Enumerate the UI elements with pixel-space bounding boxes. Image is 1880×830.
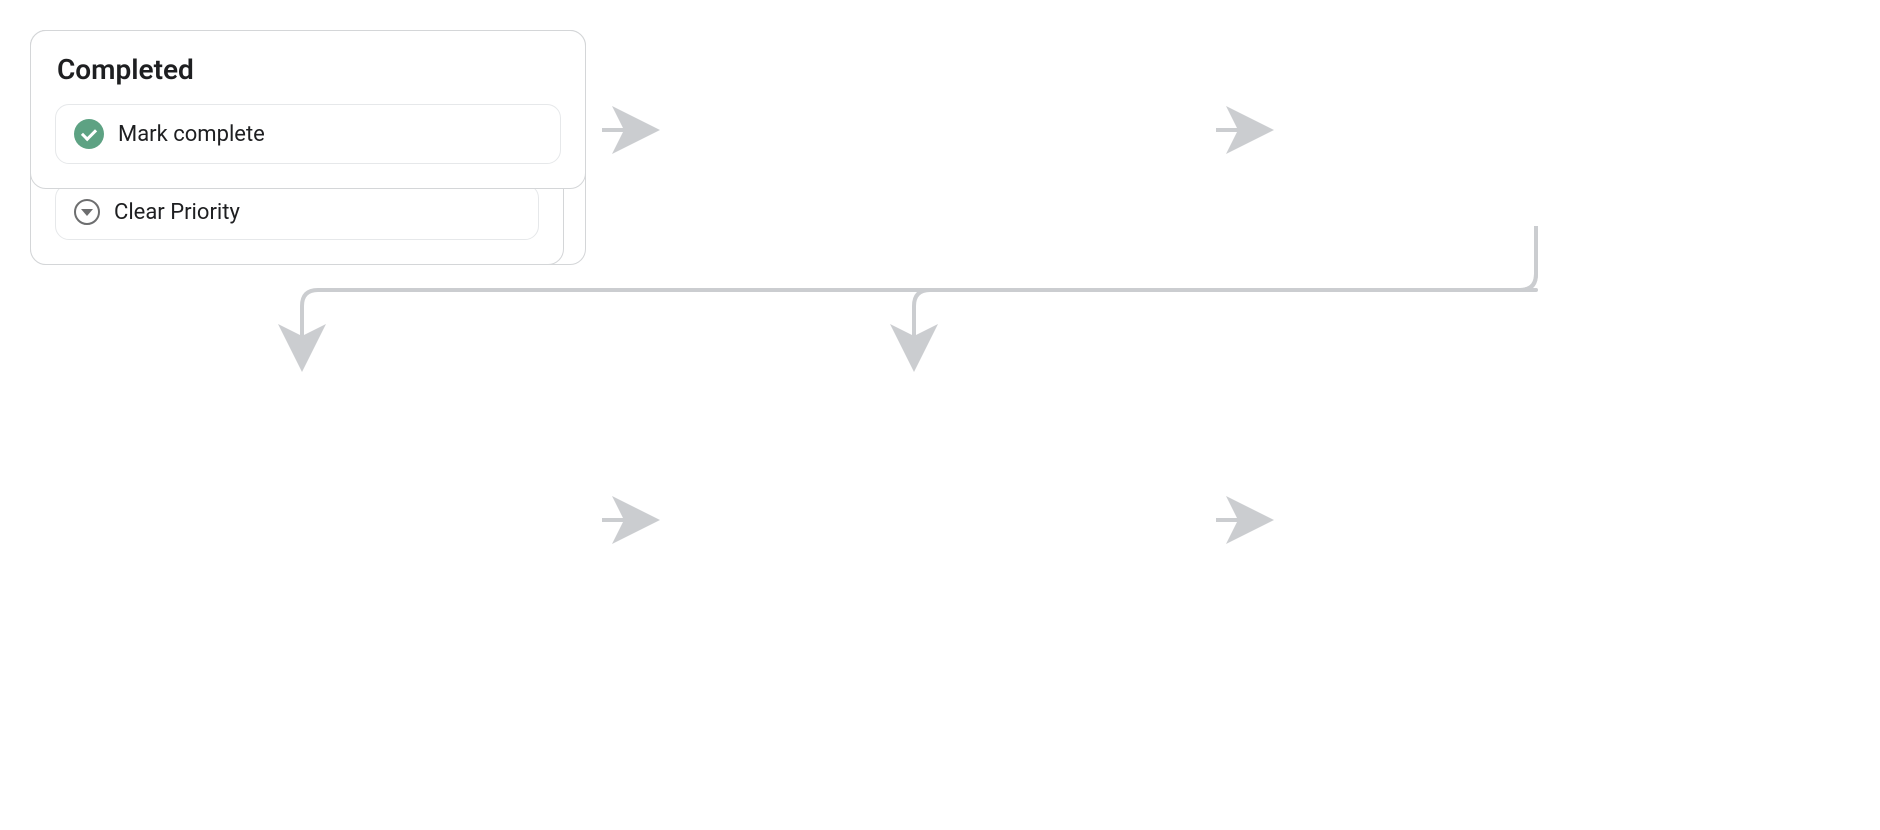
notactioning-row-clear[interactable]: Clear Priority [55,184,539,240]
notactioning-row2-label: Clear Priority [114,200,240,225]
caret-down-icon [74,199,100,225]
check-circle-icon [74,119,104,149]
node-completed[interactable]: Completed Mark complete [30,30,586,189]
completed-row[interactable]: Mark complete [55,104,561,164]
workflow-canvas: Intake Customer Feedback form New feedba… [30,30,1850,800]
completed-row-label: Mark complete [118,122,265,147]
node-title: Completed [57,53,561,86]
